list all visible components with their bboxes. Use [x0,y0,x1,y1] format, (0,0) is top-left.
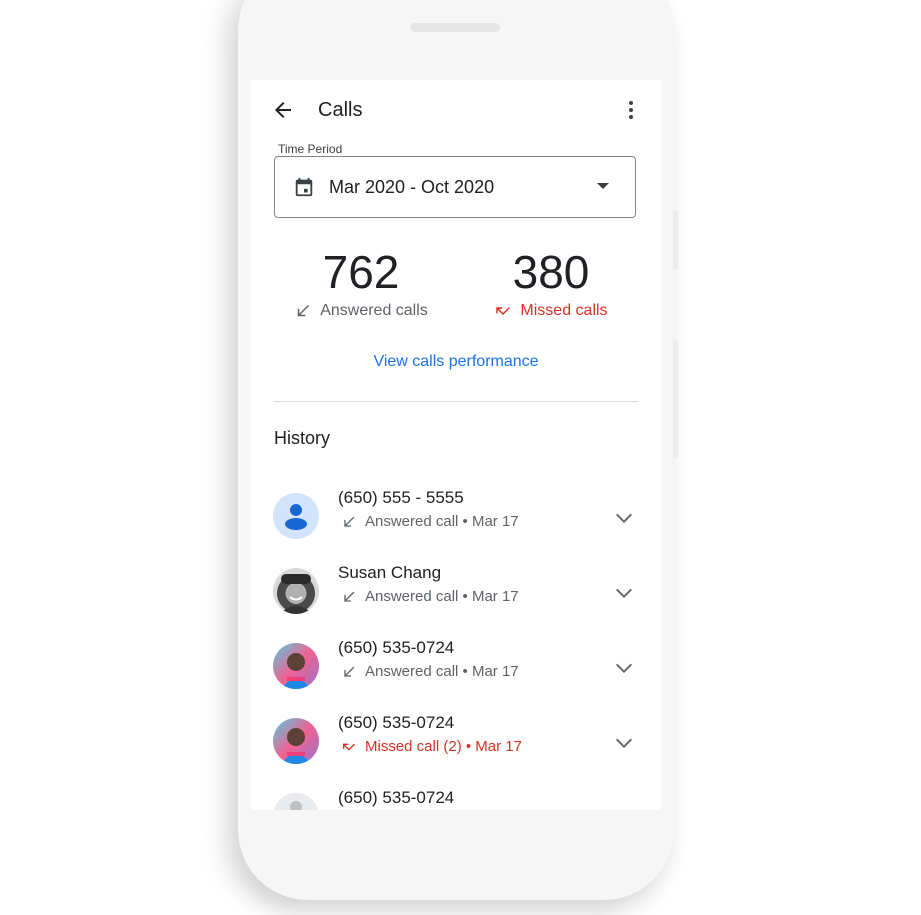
person-photo [281,728,311,764]
divider [274,401,638,402]
chevron-down-icon[interactable] [613,657,635,679]
avatar [273,793,319,810]
call-history-item[interactable]: Susan Chang Answered call • Mar 17 [251,563,661,623]
answered-count: 762 [322,246,400,298]
answered-call-icon [344,666,355,677]
caller-name: (650) 555 - 5555 [338,488,464,507]
call-history-item[interactable]: (650) 535-0724 Missed call (2) • Mar 17 [251,713,661,773]
answered-call-icon [344,591,355,602]
person-photo [281,653,311,689]
call-status: Missed call (2) • Mar 17 [365,738,522,755]
caller-name: (650) 535-0724 [338,638,455,657]
person-photo [279,574,313,614]
call-status: Answered call • Mar 17 [365,588,519,605]
call-history-item[interactable]: (650) 555 - 5555 Answered call • Mar 17 [251,488,661,548]
page-title: Calls [318,99,363,121]
answered-stat: 762 Answered calls [271,244,451,320]
history-heading: History [274,428,331,448]
avatar [273,493,319,539]
missed-stat: 380 Missed calls [461,244,641,320]
call-status: Answered call • Mar 17 [365,513,519,530]
missed-count: 380 [512,246,590,298]
chevron-down-icon[interactable] [613,582,635,604]
call-status: Answered call • Mar 17 [365,663,519,680]
app-bar: Calls [251,80,661,140]
app-screen: Calls Time Period Mar 2020 - Oct 2020 76… [251,80,661,810]
person-icon [290,801,302,810]
avatar [273,643,319,689]
chevron-down-icon[interactable] [613,507,635,529]
more-vert-icon[interactable] [619,98,643,122]
chevron-down-icon[interactable] [613,732,635,754]
time-period-label: Time Period [278,142,343,156]
dropdown-arrow-icon [597,183,609,189]
caller-name: (650) 535-0724 [338,713,455,732]
view-calls-performance-link[interactable]: View calls performance [251,353,661,371]
phone-speaker [410,23,500,32]
avatar [273,718,319,764]
answered-label: Answered calls [320,302,428,319]
time-period-select[interactable]: Mar 2020 - Oct 2020 [274,156,636,218]
missed-label: Missed calls [520,302,608,319]
phone-power-button [673,210,678,270]
calendar-icon [295,177,313,197]
answered-call-icon [297,305,310,317]
caller-name: (650) 535-0724 [338,788,455,807]
phone-volume-button [673,340,678,458]
person-icon [285,504,307,530]
missed-call-icon [496,307,511,316]
back-arrow-icon[interactable] [271,98,295,122]
time-period-value: Mar 2020 - Oct 2020 [329,177,495,197]
call-history-item[interactable]: (650) 535-0724 [251,788,661,810]
call-history-item[interactable]: (650) 535-0724 Answered call • Mar 17 [251,638,661,698]
avatar [273,568,319,614]
caller-name: Susan Chang [338,563,442,582]
missed-call-icon [343,743,355,751]
answered-call-icon [344,516,355,527]
